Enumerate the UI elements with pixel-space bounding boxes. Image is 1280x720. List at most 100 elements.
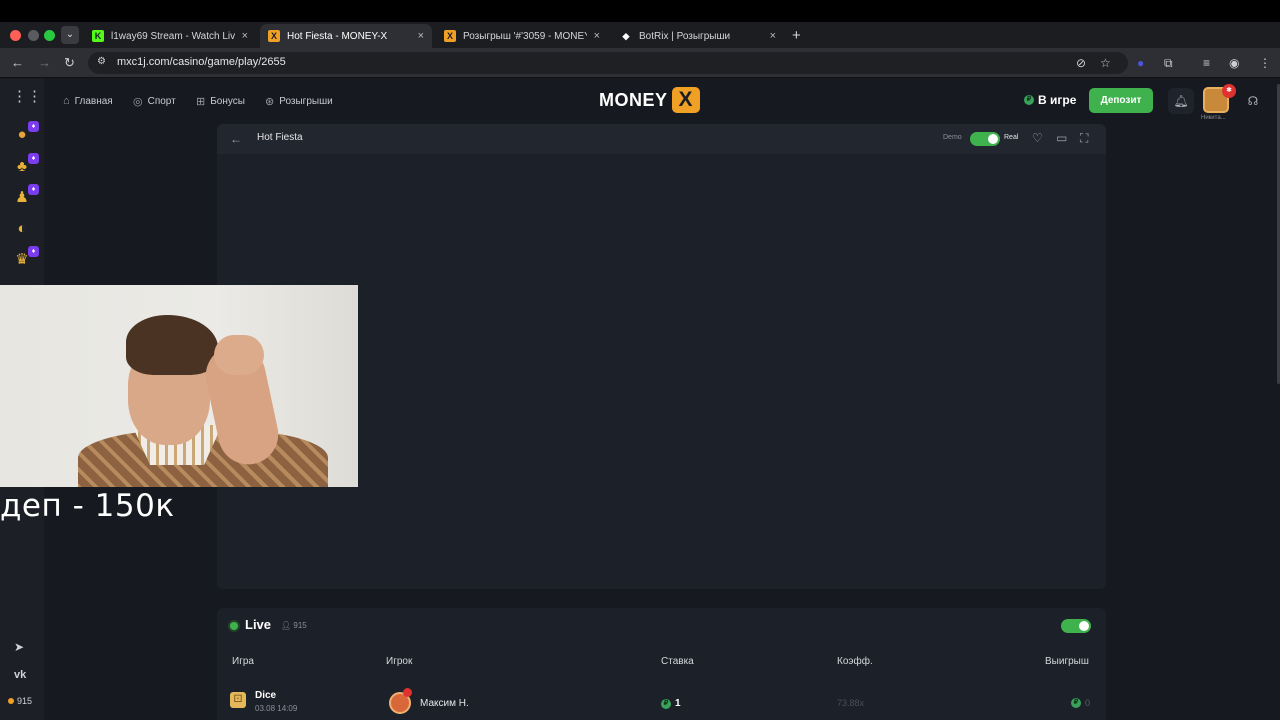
game-title: Hot Fiesta: [257, 132, 303, 143]
real-label: Real: [1004, 134, 1019, 141]
eye-off-icon[interactable]: ⊘: [1076, 56, 1086, 70]
online-count-value: 915: [293, 621, 307, 630]
back-icon[interactable]: ←: [11, 55, 24, 70]
live-toggle[interactable]: [1061, 619, 1091, 633]
forward-icon[interactable]: →: [38, 55, 51, 70]
close-tab-icon[interactable]: ×: [418, 30, 424, 42]
theater-mode-icon[interactable]: ▭: [1056, 131, 1067, 145]
raffle-icon: ⊛: [265, 96, 275, 108]
row-game-time: 03.08 14:09: [255, 704, 298, 713]
grid-menu-icon[interactable]: ⋮⋮: [12, 87, 42, 107]
deposit-button[interactable]: Депозит: [1089, 88, 1153, 113]
browser-tab-3[interactable]: X Розыгрыш '#'3059 - MONEY-X ×: [436, 24, 608, 48]
new-badge-icon: ♦: [28, 153, 39, 164]
nav-sport[interactable]: ◎ Спорт: [133, 95, 176, 108]
maximize-window-button[interactable]: [44, 30, 55, 41]
bookmark-star-icon[interactable]: ☆: [1100, 56, 1111, 70]
back-arrow-icon[interactable]: ←: [226, 131, 246, 147]
browser-tab-4[interactable]: ◆ BotRix | Розыгрыши ×: [612, 24, 784, 48]
fullscreen-icon[interactable]: ⛶: [1080, 131, 1088, 146]
stream-caption: деп - 150к: [0, 488, 175, 524]
support-headset-icon[interactable]: ☊: [1240, 88, 1266, 114]
logo-x-mark: X: [671, 87, 700, 113]
column-header-player: Игрок: [386, 656, 413, 667]
dice-game-icon: ⚀: [230, 692, 246, 708]
close-tab-icon[interactable]: ×: [770, 30, 776, 42]
tab-title: l1way69 Stream - Watch Live: [111, 30, 235, 42]
row-win: ₽ 0: [1071, 698, 1090, 708]
vk-icon[interactable]: vk: [14, 669, 26, 681]
tab-strip: ⌄ K l1way69 Stream - Watch Live × X Hot …: [0, 22, 1280, 48]
live-indicator-icon: [230, 622, 238, 630]
game-header: ← Hot Fiesta Demo Real ♡ ▭ ⛶: [217, 124, 1106, 154]
column-header-bet: Ставка: [661, 656, 694, 667]
minimize-window-button[interactable]: [28, 30, 39, 41]
demo-label: Demo: [943, 134, 962, 141]
browser-menu-icon[interactable]: ⋮: [1259, 56, 1271, 70]
ruble-coin-icon: ₽: [1024, 95, 1034, 105]
telegram-icon[interactable]: ➤: [14, 640, 24, 654]
table-row[interactable]: ⚀ Dice 03.08 14:09 Максим Н. ₽ 1 73.88x …: [217, 682, 1106, 720]
browser-tab-1[interactable]: K l1way69 Stream - Watch Live ×: [84, 24, 256, 48]
tab-title: Hot Fiesta - MONEY-X: [287, 30, 388, 42]
notifications-bell-icon[interactable]: 🔔︎: [1168, 88, 1194, 114]
close-window-button[interactable]: [10, 30, 21, 41]
close-tab-icon[interactable]: ×: [242, 30, 248, 42]
row-win-value: 0: [1085, 698, 1091, 708]
moneyx-favicon-icon: X: [268, 30, 280, 42]
user-icon: 👤︎: [281, 621, 294, 630]
row-coef: 73.88x: [837, 698, 865, 708]
crash-game-icon[interactable]: ◐: [12, 219, 32, 239]
live-title: Live: [245, 617, 272, 632]
row-bet: ₽ 1: [661, 698, 681, 709]
system-top-bar: [0, 0, 1280, 22]
tab-title: Розыгрыш '#'3059 - MONEY-X: [463, 30, 587, 42]
extensions-icon[interactable]: ⧉: [1164, 56, 1173, 71]
tab-search-button[interactable]: ⌄: [61, 26, 79, 44]
in-game-balance[interactable]: ₽ В игре: [1024, 93, 1076, 107]
url-text: mxc1j.com/casino/game/play/2655: [117, 56, 286, 68]
kick-favicon-icon: K: [92, 30, 104, 42]
gift-icon: ⊞: [196, 96, 206, 108]
live-online-count: 👤︎ 915: [281, 621, 307, 630]
address-bar: ← → ↻ ⚙ mxc1j.com/casino/game/play/2655 …: [0, 48, 1280, 78]
sport-icon: ◎: [133, 96, 143, 108]
profile-icon[interactable]: ◉: [1229, 56, 1239, 70]
nav-home[interactable]: ⌂ Главная: [63, 95, 113, 107]
home-icon: ⌂: [63, 95, 70, 107]
nav-home-label: Главная: [74, 95, 113, 107]
site-settings-icon[interactable]: ⚙: [97, 56, 106, 67]
column-header-win: Выигрыш: [1045, 656, 1089, 667]
ruble-coin-icon: ₽: [1071, 698, 1081, 708]
reload-icon[interactable]: ↻: [64, 55, 75, 71]
nav-sport-label: Спорт: [147, 96, 176, 107]
new-tab-button[interactable]: +: [792, 27, 801, 44]
new-badge-icon: ♦: [28, 246, 39, 257]
new-badge-icon: ♦: [28, 121, 39, 132]
tab-title: BotRix | Розыгрыши: [639, 30, 731, 42]
logo-wordmark: MONEY: [599, 89, 668, 110]
username-label: Никита...: [1201, 115, 1226, 121]
close-tab-icon[interactable]: ×: [594, 30, 600, 42]
nav-bonuses-label: Бонусы: [210, 96, 245, 107]
media-control-icon[interactable]: ≡: [1203, 56, 1210, 70]
favorite-heart-icon[interactable]: ♡: [1032, 131, 1043, 145]
url-field[interactable]: ⚙ mxc1j.com/casino/game/play/2655: [88, 52, 1128, 74]
online-counter: 915: [8, 696, 32, 706]
demo-real-toggle[interactable]: [970, 132, 1000, 146]
browser-tab-2[interactable]: X Hot Fiesta - MONEY-X ×: [260, 24, 432, 48]
avatar-notification-badge: ✱: [1222, 84, 1236, 98]
nav-raffles[interactable]: ⊛ Розыгрыши: [265, 95, 333, 108]
online-count: 915: [17, 696, 33, 706]
nav-raffles-label: Розыгрыши: [279, 96, 333, 107]
in-game-label: В игре: [1038, 93, 1077, 107]
row-game-name: Dice: [255, 690, 277, 701]
column-header-coef: Коэфф.: [837, 656, 873, 667]
extension-circle-icon[interactable]: ●: [1137, 56, 1144, 70]
coin-icon: [8, 698, 14, 704]
ruble-coin-icon: ₽: [661, 698, 671, 709]
live-bets-panel: Live 👤︎ 915 Игра Игрок Ставка Коэфф. Выи…: [217, 608, 1106, 720]
nav-bonuses[interactable]: ⊞ Бонусы: [196, 95, 245, 108]
moneyx-favicon-icon: X: [444, 30, 456, 42]
site-logo[interactable]: MONEY X: [599, 87, 700, 113]
